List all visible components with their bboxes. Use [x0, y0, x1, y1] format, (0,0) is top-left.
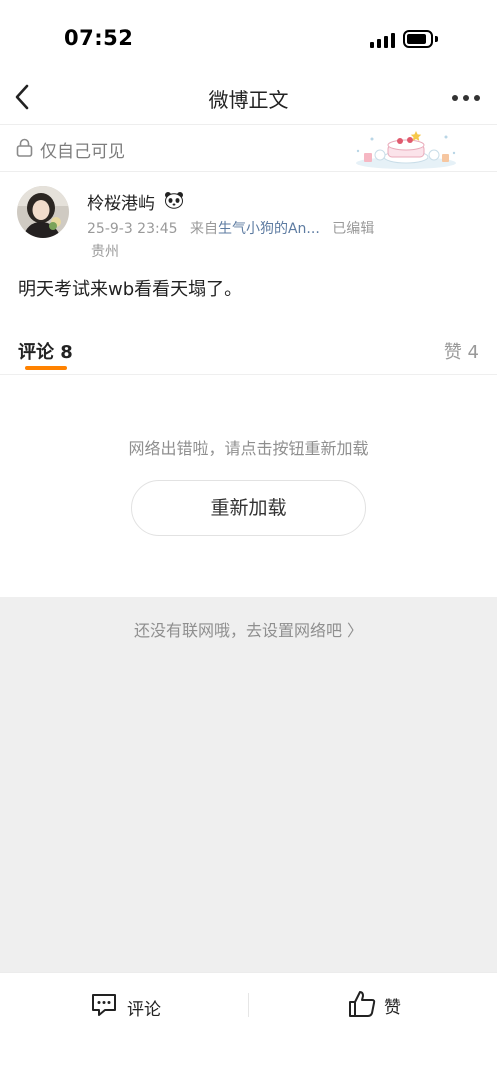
tab-comments[interactable]: 评论 8	[18, 338, 73, 364]
page-title: 微博正文	[208, 88, 289, 112]
visibility-bar: 仅自己可见	[0, 124, 497, 172]
bottom-toolbar: 评论 赞	[0, 972, 497, 1080]
tab-bar: 评论 8 赞 4	[0, 328, 497, 375]
offline-panel: 还没有联网哦，去设置网络吧 〉	[0, 597, 497, 972]
more-dots-icon[interactable]	[449, 86, 483, 108]
thumbs-up-icon	[347, 989, 377, 1023]
comment-icon	[90, 991, 118, 1023]
like-label: 赞	[384, 998, 401, 1018]
visibility-label: 仅自己可见	[40, 142, 125, 162]
edited-label[interactable]: 已编辑	[332, 221, 374, 237]
comment-label: 评论	[127, 1000, 161, 1020]
network-error-message: 网络出错啦，请点击按钮重新加载	[128, 439, 369, 458]
post-location: 贵州	[91, 244, 119, 260]
post-timestamp: 25-9-3 23:45	[87, 221, 178, 237]
source-link[interactable]: 生气小狗的An...	[218, 221, 320, 237]
status-bar: 07:52	[0, 0, 497, 80]
battery-tip	[435, 36, 438, 42]
battery-icon	[403, 30, 433, 48]
post-text: 明天考试来wb看看天塌了。	[18, 279, 243, 300]
reload-button[interactable]: 重新加载	[131, 480, 366, 536]
lock-icon	[16, 138, 33, 158]
toolbar-divider	[248, 993, 249, 1017]
cellular-signal-icon	[370, 32, 396, 48]
avatar[interactable]	[17, 186, 69, 238]
network-settings-link[interactable]: 还没有联网哦，去设置网络吧 〉	[0, 617, 497, 641]
post-meta: 25-9-3 23:45 来自生气小狗的An... 已编辑	[87, 218, 374, 238]
weibo-post-page: 07:52 微博正文 仅自己可见 柃桜港屿 25-9-3 23:45 来自生气小…	[0, 0, 497, 1080]
tab-likes[interactable]: 赞 4	[444, 338, 479, 364]
panda-icon	[164, 191, 184, 209]
username[interactable]: 柃桜港屿	[87, 189, 155, 214]
tab-active-indicator	[25, 366, 67, 370]
decoration-cake-illustration	[350, 127, 462, 171]
nav-bar: 微博正文	[0, 72, 497, 124]
status-time: 07:52	[64, 26, 134, 50]
source-prefix: 来自	[189, 221, 218, 237]
